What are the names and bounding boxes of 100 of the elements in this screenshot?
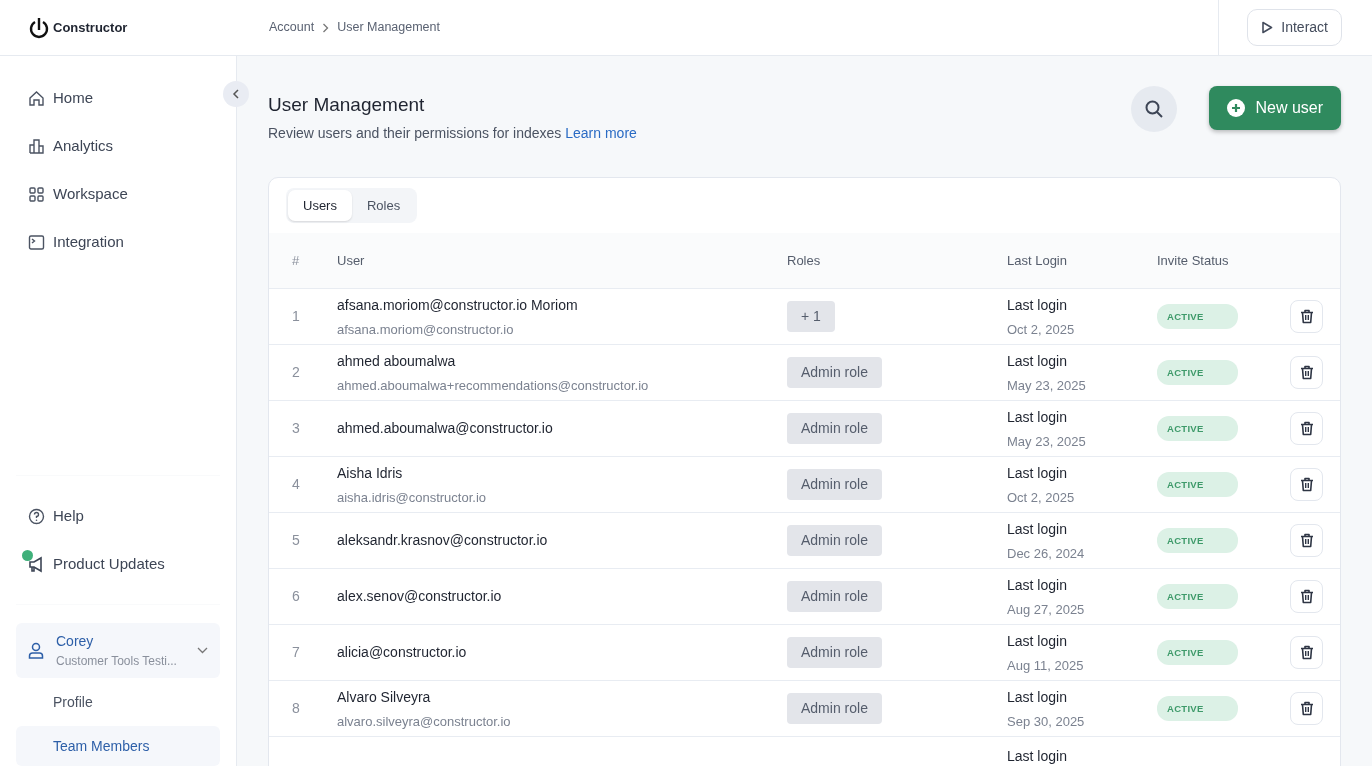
search-button[interactable]	[1131, 86, 1178, 132]
sidebar-nav-item[interactable]: Help	[16, 492, 220, 540]
status-badge: ACTIVE	[1157, 584, 1238, 610]
role-tag: Admin role	[787, 693, 882, 725]
account-switcher[interactable]: Corey Customer Tools Testi...	[16, 623, 220, 678]
trash-icon	[1299, 645, 1314, 661]
last-login-label: Last login	[1007, 747, 1068, 766]
status-badge: ACTIVE	[1157, 528, 1238, 554]
last-login-date: Dec 26, 2024	[1007, 544, 1086, 563]
row-number: 3	[292, 420, 300, 437]
power-logo-icon	[29, 16, 49, 39]
last-login-date: Sep 30, 2025	[1007, 712, 1086, 731]
row-number: 5	[292, 532, 300, 549]
terminal-icon	[28, 233, 45, 251]
learn-more-link[interactable]: Learn more	[565, 124, 637, 141]
user-email: ahmed.aboumalwa+recommendations@constructor.io	[337, 376, 650, 395]
role-tag: Admin role	[787, 637, 882, 669]
last-login-date: Aug 27, 2025	[1007, 600, 1086, 619]
play-icon	[1261, 21, 1274, 34]
delete-button[interactable]	[1290, 580, 1323, 614]
plus-circle-icon	[1227, 99, 1246, 117]
trash-icon	[1299, 589, 1314, 605]
tab[interactable]: Users	[288, 189, 352, 222]
account-menu-item[interactable]: Profile	[16, 682, 220, 722]
user-name: Aisha Idris	[337, 463, 404, 483]
status-badge: ACTIVE	[1157, 472, 1238, 498]
last-login-label: Last login	[1007, 519, 1068, 539]
account-menu-item[interactable]: Team Members	[16, 726, 220, 766]
last-login-label: Last login	[1007, 407, 1068, 427]
row-number: 8	[292, 700, 300, 717]
delete-button[interactable]	[1290, 356, 1323, 390]
sidebar-nav-item[interactable]: Workspace	[16, 170, 220, 218]
delete-button[interactable]	[1290, 636, 1323, 670]
sidebar-nav-item[interactable]: Analytics	[16, 122, 220, 170]
sidebar-nav-item[interactable]: Integration	[16, 218, 220, 266]
user-name: ahmed aboumalwa	[337, 351, 457, 371]
delete-button[interactable]	[1290, 468, 1323, 502]
row-number: 4	[292, 476, 300, 493]
breadcrumb-item[interactable]: Account	[269, 18, 315, 37]
trash-icon	[1299, 421, 1314, 437]
last-login-label: Last login	[1007, 295, 1068, 315]
trash-icon	[1299, 477, 1314, 493]
last-login-date: Oct 2, 2025	[1007, 320, 1076, 339]
role-tag: Admin role	[787, 357, 882, 389]
user-name: Alvaro Silveyra	[337, 687, 432, 707]
page-title: User Management	[268, 94, 426, 117]
chevron-left-icon	[232, 89, 240, 99]
help-icon	[28, 507, 45, 525]
logo-text: Constructor	[53, 18, 128, 37]
row-number: 2	[292, 364, 300, 381]
tab[interactable]: Roles	[351, 189, 416, 222]
role-tag: Admin role	[787, 525, 882, 557]
last-login-label: Last login	[1007, 351, 1068, 371]
account-org: Customer Tools Testi...	[56, 653, 178, 670]
trash-icon	[1299, 309, 1314, 325]
role-tag: Admin role	[787, 413, 882, 445]
last-login-label: Last login	[1007, 575, 1068, 595]
trash-icon	[1299, 365, 1314, 381]
last-login-date: Oct 2, 2025	[1007, 488, 1076, 507]
last-login-date: Aug 11, 2025	[1007, 656, 1085, 675]
last-login-date: May 23, 2025	[1007, 376, 1087, 395]
user-name: afsana.moriom@constructor.io Moriom	[337, 295, 579, 315]
megaphone-icon	[28, 555, 45, 573]
row-number: 1	[292, 308, 300, 325]
account-name: Corey	[56, 632, 95, 651]
user-email: aisha.idris@constructor.io	[337, 488, 488, 507]
grid-icon	[28, 185, 45, 203]
home-icon	[28, 89, 45, 107]
column-header: #	[292, 253, 300, 269]
column-header: Roles	[787, 253, 821, 269]
new-user-button[interactable]: New user	[1209, 86, 1341, 130]
delete-button[interactable]	[1290, 412, 1323, 446]
trash-icon	[1299, 533, 1314, 549]
sidebar-nav-item[interactable]: Product Updates	[16, 540, 220, 588]
collapse-button[interactable]	[223, 81, 249, 107]
last-login-date: May 23, 2025	[1007, 432, 1087, 451]
column-header: User	[337, 253, 365, 269]
delete-button[interactable]	[1290, 300, 1323, 334]
column-header: Last Login	[1007, 253, 1067, 269]
status-badge: ACTIVE	[1157, 360, 1238, 386]
search-icon	[1144, 99, 1165, 119]
user-name: ahmed.aboumalwa@constructor.io	[337, 419, 554, 439]
page-subtitle: Review users and their permissions for indexes	[268, 124, 562, 141]
sidebar-nav-item[interactable]: Home	[16, 74, 220, 122]
role-tag: + 1	[787, 301, 835, 333]
trash-icon	[1299, 701, 1314, 717]
status-badge: ACTIVE	[1157, 696, 1238, 722]
interact-button[interactable]: Interact	[1247, 9, 1342, 46]
status-badge: ACTIVE	[1157, 640, 1238, 666]
user-icon	[28, 642, 44, 659]
delete-button[interactable]	[1290, 524, 1323, 558]
row-number: 7	[292, 644, 300, 661]
last-login-label: Last login	[1007, 687, 1068, 707]
chevron-right-icon	[322, 22, 330, 33]
row-number: 6	[292, 588, 300, 605]
column-header: Invite Status	[1157, 253, 1229, 269]
user-name: alicia@constructor.io	[337, 643, 468, 663]
delete-button[interactable]	[1290, 692, 1323, 726]
status-badge: ACTIVE	[1157, 416, 1238, 442]
user-name: aleksandr.krasnov@constructor.io	[337, 531, 549, 551]
